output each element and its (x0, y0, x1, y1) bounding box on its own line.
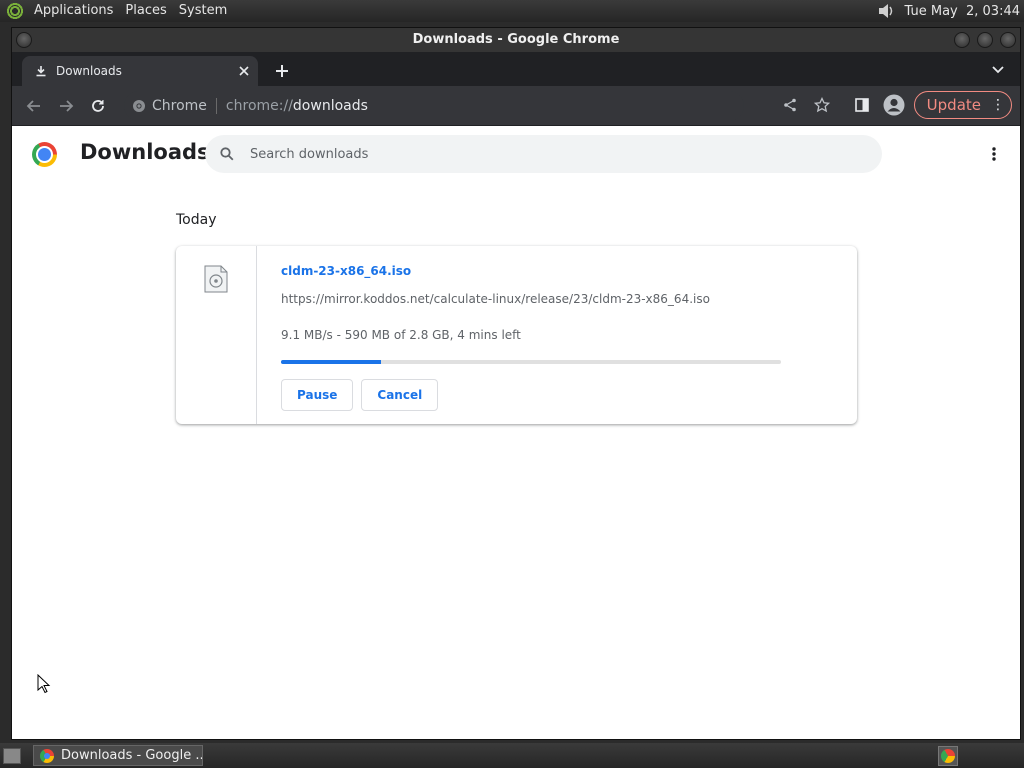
file-name-link[interactable]: cldm-23-x86_64.iso (281, 264, 857, 278)
new-tab-button[interactable] (272, 61, 292, 81)
file-icon-column (176, 246, 257, 424)
more-vert-icon[interactable]: ⋮ (991, 97, 1005, 113)
tab-search-chevron-icon[interactable] (990, 62, 1006, 78)
maximize-button[interactable] (977, 32, 993, 48)
window-menu-button[interactable] (16, 32, 32, 48)
search-input[interactable] (250, 146, 810, 162)
page-menu-kebab-icon[interactable] (984, 144, 1004, 164)
taskbar-item-label: Downloads - Google ... (61, 748, 203, 763)
tab-title: Downloads (56, 64, 122, 78)
taskbar-item-chrome[interactable]: Downloads - Google ... (33, 745, 203, 766)
bookmark-star-icon[interactable] (808, 91, 836, 119)
window-title: Downloads - Google Chrome (412, 32, 620, 47)
distro-logo-icon[interactable] (6, 2, 24, 20)
cancel-button[interactable]: Cancel (361, 379, 439, 411)
pause-button[interactable]: Pause (281, 379, 354, 411)
menu-applications[interactable]: Applications (28, 0, 119, 22)
chrome-icon (40, 748, 54, 763)
forward-button[interactable] (52, 92, 80, 120)
tray-chrome-icon[interactable] (938, 746, 958, 766)
download-progress-bar (281, 360, 781, 364)
reload-button[interactable] (84, 92, 112, 120)
top-panel: Applications Places System Tue May 2, 03… (0, 0, 1024, 22)
bottom-taskbar: Downloads - Google ... (0, 743, 1024, 768)
tab-strip: Downloads (12, 52, 1020, 86)
mouse-pointer-icon (37, 673, 51, 694)
menu-system[interactable]: System (173, 0, 233, 22)
tab-close-icon[interactable] (236, 63, 252, 79)
date-heading: Today (176, 212, 217, 228)
profile-avatar-icon[interactable] (880, 91, 908, 119)
search-icon (217, 147, 237, 161)
url-host: downloads (292, 98, 368, 114)
downloads-page: Downloads Today cldm-23-x86_64.iso https… (12, 126, 1020, 739)
share-icon[interactable] (776, 91, 804, 119)
update-label: Update (926, 96, 981, 114)
show-desktop-icon[interactable] (3, 747, 21, 764)
url-scheme: chrome:// (225, 98, 293, 114)
chrome-logo-icon (32, 142, 57, 167)
chrome-icon (133, 100, 145, 112)
download-status: 9.1 MB/s - 590 MB of 2.8 GB, 4 mins left (281, 328, 521, 342)
window-titlebar[interactable]: Downloads - Google Chrome (12, 28, 1020, 52)
close-window-button[interactable] (1000, 32, 1016, 48)
chip-label: Chrome (152, 98, 207, 114)
minimize-button[interactable] (954, 32, 970, 48)
page-header: Downloads (12, 126, 1020, 182)
tab-downloads[interactable]: Downloads (22, 56, 258, 86)
chrome-window: Downloads - Google Chrome Downloads Chro… (11, 27, 1021, 740)
update-button[interactable]: Update ⋮ (913, 91, 1012, 119)
download-item-card: cldm-23-x86_64.iso https://mirror.koddos… (176, 246, 857, 424)
search-box[interactable] (205, 135, 882, 173)
clock[interactable]: Tue May 2, 03:44 (905, 4, 1020, 19)
progress-fill (281, 360, 381, 364)
omnibox[interactable]: Chrome chrome://downloads (124, 91, 744, 121)
omnibox-separator (215, 98, 217, 114)
chrome-page-chip[interactable]: Chrome (124, 98, 207, 114)
file-source-url: https://mirror.koddos.net/calculate-linu… (281, 292, 710, 306)
back-button[interactable] (20, 92, 48, 120)
side-panel-icon[interactable] (848, 91, 876, 119)
menu-places[interactable]: Places (119, 0, 172, 22)
disc-image-file-icon (204, 265, 228, 293)
download-icon (34, 65, 48, 77)
volume-icon[interactable] (875, 2, 897, 20)
browser-toolbar: Chrome chrome://downloads Update ⋮ (12, 86, 1020, 126)
page-title: Downloads (80, 140, 210, 164)
